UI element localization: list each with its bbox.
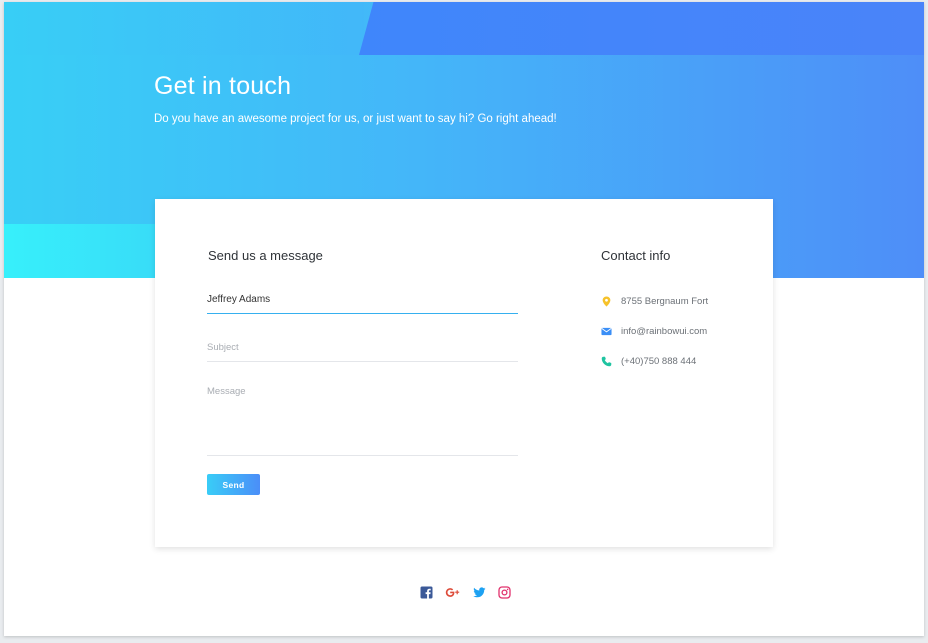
name-input[interactable] — [207, 291, 518, 309]
contact-address: 8755 Bergnaum Fort — [601, 293, 708, 309]
facebook-icon[interactable] — [420, 586, 433, 599]
page-title: Get in touch — [154, 72, 292, 100]
contact-email: info@rainbowui.com — [601, 323, 707, 339]
contact-email-text[interactable]: info@rainbowui.com — [621, 326, 707, 337]
twitter-icon[interactable] — [473, 586, 486, 599]
email-icon — [601, 326, 612, 337]
google-plus-icon[interactable] — [445, 586, 461, 599]
contact-address-text: 8755 Bergnaum Fort — [621, 295, 709, 307]
subject-field — [207, 337, 518, 362]
name-field — [207, 289, 518, 314]
social-links — [420, 586, 511, 599]
hero-decor-shape-top — [359, 2, 924, 55]
page-subtitle: Do you have an awesome project for us, o… — [154, 113, 557, 125]
contact-info-heading: Contact info — [601, 248, 671, 263]
contact-phone-text[interactable]: (+40)750 888 444 — [621, 356, 696, 367]
hero-decor-band — [4, 2, 364, 55]
subject-input[interactable] — [207, 339, 518, 357]
page-frame: Get in touch Do you have an awesome proj… — [4, 2, 924, 636]
location-icon — [601, 295, 612, 307]
message-input[interactable] — [207, 385, 518, 445]
contact-phone: (+40)750 888 444 — [601, 353, 696, 369]
instagram-icon[interactable] — [498, 586, 511, 599]
phone-icon — [601, 356, 612, 367]
form-heading: Send us a message — [208, 248, 323, 263]
contact-card: Send us a message Send Contact info 8755… — [155, 199, 773, 547]
message-field — [207, 385, 518, 456]
send-button[interactable]: Send — [207, 474, 260, 495]
hero-decor-shape-left — [4, 224, 156, 278]
